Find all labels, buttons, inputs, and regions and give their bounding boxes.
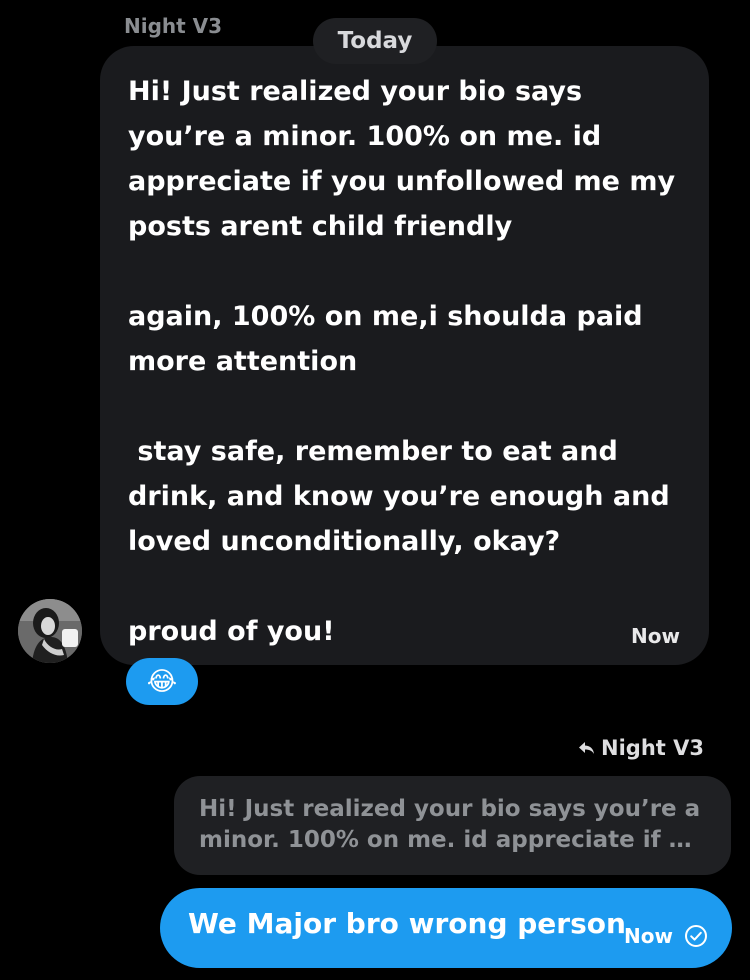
- avatar-image: [18, 599, 82, 663]
- quoted-line: Hi! Just realized your bio says you’re a: [199, 796, 701, 822]
- incoming-message-time: Now: [631, 624, 680, 648]
- message-paragraph: again, 100% on me,i shoulda paid more at…: [128, 301, 643, 377]
- incoming-message-bubble[interactable]: Hi! Just realized your bio says you’re a…: [100, 46, 709, 665]
- outgoing-message-text: We Major bro wrong person: [188, 907, 626, 940]
- laughing-emoji-icon: 😂: [146, 666, 178, 697]
- reply-to-name: Night V3: [601, 736, 704, 760]
- quoted-message-text: Hi! Just realized your bio says you’re a…: [199, 794, 705, 856]
- reply-indicator: Night V3: [579, 736, 704, 760]
- message-paragraph: Hi! Just realized your bio says you’re a…: [128, 76, 676, 242]
- quoted-message-preview[interactable]: Hi! Just realized your bio says you’re a…: [174, 776, 731, 875]
- reaction-badge[interactable]: 😂: [126, 658, 198, 705]
- avatar[interactable]: [18, 599, 82, 663]
- outgoing-message-bubble[interactable]: We Major bro wrong person Now: [160, 888, 732, 968]
- outgoing-message-time: Now: [624, 924, 673, 948]
- check-circle-icon: [685, 925, 707, 947]
- sender-name: Night V3: [124, 14, 223, 38]
- reply-arrow-icon: [579, 742, 595, 754]
- date-divider: Today: [313, 18, 437, 64]
- message-paragraph: proud of you!: [128, 616, 335, 647]
- message-paragraph: stay safe, remember to eat and drink, an…: [128, 436, 670, 557]
- quoted-line: minor. 100% on me. id appreciate if yo..…: [199, 827, 705, 853]
